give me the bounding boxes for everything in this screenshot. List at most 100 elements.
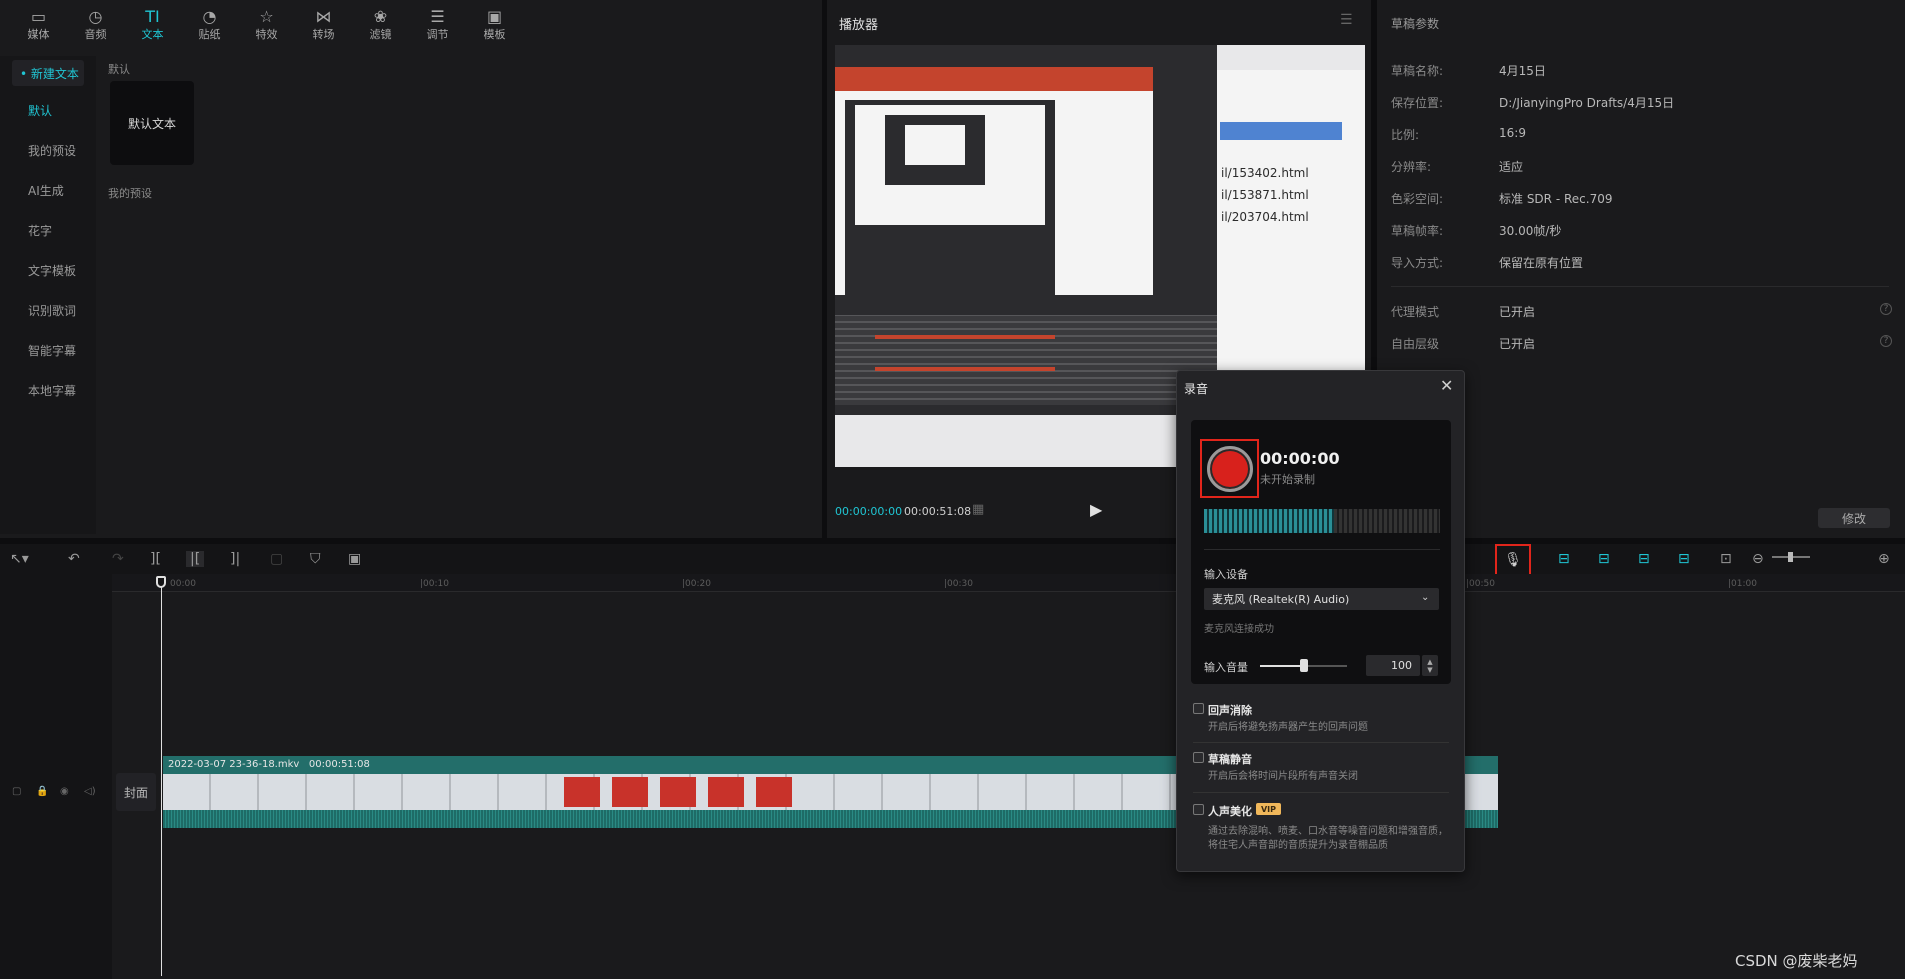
sidebar-item-my-presets[interactable]: 我的预设 xyxy=(0,130,96,170)
text-icon: TI xyxy=(145,7,160,26)
modify-button[interactable]: 修改 xyxy=(1818,508,1890,528)
device-select[interactable]: 麦克风 (Realtek(R) Audio) xyxy=(1204,588,1439,610)
volume-slider-fill xyxy=(1260,665,1304,667)
sidebar-item-default[interactable]: 默认 xyxy=(0,90,96,130)
sidebar-item-fancy-text[interactable]: 花字 xyxy=(0,210,96,250)
prop-label-proxy: 代理模式 xyxy=(1391,305,1440,319)
split-right-icon[interactable]: ]| xyxy=(230,551,240,567)
mute-draft-checkbox[interactable] xyxy=(1193,752,1204,763)
tab-media[interactable]: ▭ 媒体 xyxy=(10,0,67,50)
volume-input[interactable]: 100 xyxy=(1366,655,1420,676)
sidebar-item-lyrics[interactable]: 识别歌词 xyxy=(0,290,96,330)
top-toolbar: ▭ 媒体 ◷ 音频 TI 文本 ◔ 贴纸 ☆ 特效 ⋈ 转场 ❀ 滤镜 ☰ 调节 ▣ 模板 xyxy=(0,0,822,50)
tab-effects[interactable]: ☆ 特效 xyxy=(238,0,295,50)
prop-value-name: 4月15日 xyxy=(1499,64,1546,78)
split-left-icon[interactable]: |[ xyxy=(186,551,205,567)
divider xyxy=(1391,286,1889,287)
thumbnail xyxy=(756,777,792,807)
prop-label-name: 草稿名称: xyxy=(1391,64,1444,78)
media-icon: ▭ xyxy=(30,7,47,26)
section-presets-title: 我的预设 xyxy=(108,187,152,200)
record-button[interactable] xyxy=(1206,445,1253,492)
lock-icon[interactable]: 🔒 xyxy=(36,786,48,797)
prop-label-colorspace: 色彩空间: xyxy=(1391,192,1444,206)
zoom-slider-knob[interactable] xyxy=(1788,552,1793,562)
prop-label-layer: 自由层级 xyxy=(1391,337,1440,351)
tick-label: |00:20 xyxy=(682,579,711,589)
chevron-up-icon[interactable]: ▲ xyxy=(1427,658,1432,666)
voice-beautify-desc: 通过去除混响、喷麦、口水音等噪音问题和增强音质，将住宅人声音部的音质提升为录音棚… xyxy=(1208,826,1448,851)
record-audio-button[interactable]: 🎙 xyxy=(1495,544,1531,576)
link-icon[interactable]: ⊟ xyxy=(1558,551,1570,567)
tab-text[interactable]: TI 文本 xyxy=(124,0,181,50)
tab-adjust[interactable]: ☰ 调节 xyxy=(409,0,466,50)
prop-value-resolution: 适应 xyxy=(1499,160,1524,174)
track-collapse-icon[interactable]: ▢ xyxy=(12,786,21,797)
snap-icon[interactable]: ⊟ xyxy=(1598,551,1610,567)
zoom-in-icon[interactable]: ⊕ xyxy=(1878,551,1890,567)
playhead-handle[interactable] xyxy=(156,576,166,588)
tab-transition[interactable]: ⋈ 转场 xyxy=(295,0,352,50)
device-label: 输入设备 xyxy=(1204,568,1248,581)
volume-stepper[interactable]: ▲ ▼ xyxy=(1422,655,1438,676)
sidebar-item-smart-subtitles[interactable]: 智能字幕 xyxy=(0,330,96,370)
echo-cancel-title: 回声消除 xyxy=(1208,704,1252,717)
redo-icon[interactable]: ↷ xyxy=(112,551,124,567)
screen-icon[interactable]: ⊡ xyxy=(1720,551,1732,567)
volume-slider-knob[interactable] xyxy=(1300,659,1308,672)
thumbnail xyxy=(660,777,696,807)
prop-value-proxy: 已开启 xyxy=(1499,305,1536,319)
default-text-card[interactable]: 默认文本 xyxy=(110,81,194,165)
sidebar-item-new-text[interactable]: • 新建文本 xyxy=(12,60,84,86)
sidebar-item-ai-generate[interactable]: AI生成 xyxy=(0,170,96,210)
voice-beautify-title: 人声美化 xyxy=(1208,805,1252,818)
marker-icon[interactable]: ⛉ xyxy=(310,551,321,567)
play-button[interactable]: ▶ xyxy=(1090,500,1102,519)
menu-icon[interactable]: ☰ xyxy=(1340,12,1353,28)
preview-axis-icon[interactable]: ⊟ xyxy=(1638,551,1650,567)
prop-value-location: D:/JianyingPro Drafts/4月15日 xyxy=(1499,96,1675,110)
echo-cancel-checkbox[interactable] xyxy=(1193,703,1204,714)
prop-label-import: 导入方式: xyxy=(1391,256,1444,270)
section-default-title: 默认 xyxy=(108,63,130,76)
thumbnail xyxy=(708,777,744,807)
tab-audio[interactable]: ◷ 音频 xyxy=(67,0,124,50)
voice-beautify-checkbox[interactable] xyxy=(1193,804,1204,815)
filter-icon: ❀ xyxy=(373,7,388,26)
tab-filter[interactable]: ❀ 滤镜 xyxy=(352,0,409,50)
chevron-down-icon[interactable]: ⌄ xyxy=(1421,592,1429,603)
sidebar-item-text-template[interactable]: 文字模板 xyxy=(0,250,96,290)
tab-template[interactable]: ▣ 模板 xyxy=(466,0,523,50)
sidebar-item-local-subtitles[interactable]: 本地字幕 xyxy=(0,370,96,410)
help-icon[interactable]: ? xyxy=(1880,335,1892,347)
crop-icon[interactable]: ▣ xyxy=(348,551,361,567)
tick-label: 00:00 xyxy=(170,579,196,589)
time-ruler[interactable] xyxy=(112,574,1905,592)
zoom-out-icon[interactable]: ⊖ xyxy=(1752,551,1764,567)
grid-icon[interactable]: ▦ xyxy=(972,502,984,517)
dialog-title: 录音 xyxy=(1184,382,1209,396)
delete-icon[interactable]: ▢ xyxy=(270,551,283,567)
chevron-down-icon[interactable]: ▼ xyxy=(1427,666,1432,674)
split-icon[interactable]: ][ xyxy=(150,551,161,567)
current-time: 00:00:00:00 xyxy=(835,505,903,518)
speaker-icon[interactable]: ◁) xyxy=(84,786,96,797)
undo-icon[interactable]: ↶ xyxy=(68,551,80,567)
prop-label-location: 保存位置: xyxy=(1391,96,1444,110)
tab-sticker[interactable]: ◔ 贴纸 xyxy=(181,0,238,50)
close-icon[interactable]: ✕ xyxy=(1440,376,1453,395)
tick-label: |01:00 xyxy=(1728,579,1757,589)
timeline-toolbar xyxy=(0,544,1905,574)
linkage-icon[interactable]: ⊟ xyxy=(1678,551,1690,567)
divider xyxy=(1204,549,1440,550)
prop-value-ratio: 16:9 xyxy=(1499,126,1526,140)
select-tool-icon[interactable]: ↖▾ xyxy=(10,551,29,567)
cover-button[interactable]: 封面 xyxy=(116,773,156,811)
prop-label-resolution: 分辨率: xyxy=(1391,160,1432,174)
eye-icon[interactable]: ◉ xyxy=(60,786,69,797)
clip-name: 2022-03-07 23-36-18.mkv 00:00:51:08 xyxy=(168,759,370,770)
volume-label: 输入音量 xyxy=(1204,661,1248,674)
playhead[interactable] xyxy=(161,576,162,976)
watermark: CSDN @废柴老妈 xyxy=(1735,952,1858,970)
help-icon[interactable]: ? xyxy=(1880,303,1892,315)
